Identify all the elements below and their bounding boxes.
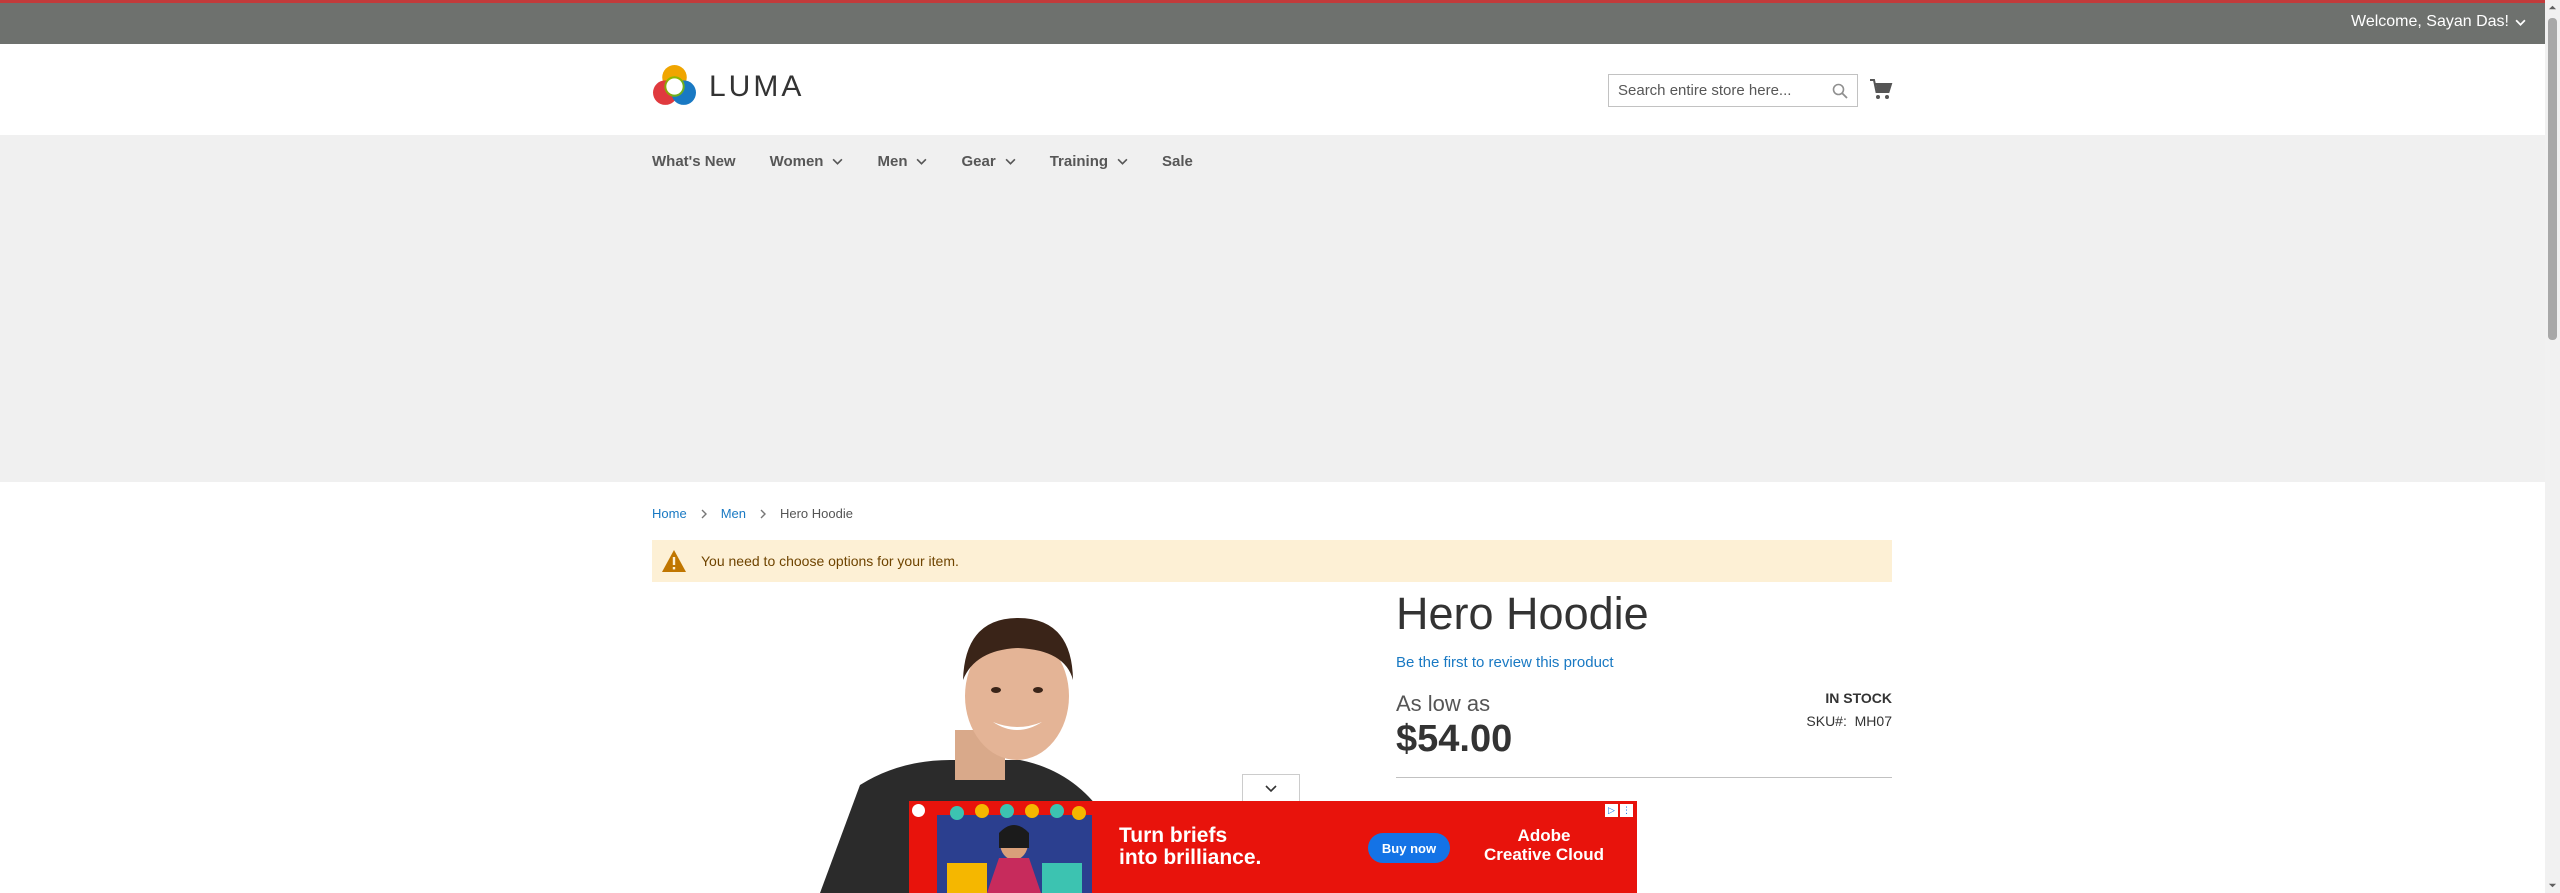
search-icon[interactable] bbox=[1832, 83, 1848, 99]
luma-logo[interactable]: LUMA bbox=[652, 64, 804, 109]
breadcrumb-home[interactable]: Home bbox=[652, 506, 687, 521]
ad-buy-now-button[interactable]: Buy now bbox=[1368, 833, 1450, 863]
ad-badge-icon bbox=[912, 804, 925, 817]
nav-item-women[interactable]: Women bbox=[770, 148, 844, 174]
chevron-down-icon bbox=[2515, 19, 2526, 26]
ad-brand: Adobe Creative Cloud bbox=[1484, 826, 1604, 864]
chevron-down-icon bbox=[1117, 158, 1128, 165]
page-scrollbar[interactable] bbox=[2545, 0, 2560, 893]
price-label: As low as bbox=[1396, 691, 1491, 716]
chevron-right-icon bbox=[760, 509, 766, 518]
chevron-right-icon bbox=[701, 509, 707, 518]
cart-icon[interactable] bbox=[1869, 77, 1893, 101]
warning-text: You need to choose options for your item… bbox=[701, 553, 959, 569]
nav-item-whats-new[interactable]: What's New bbox=[652, 148, 736, 174]
sku-label: SKU#: bbox=[1806, 713, 1847, 729]
nav-item-training[interactable]: Training bbox=[1050, 148, 1128, 174]
nav-item-gear[interactable]: Gear bbox=[961, 148, 1016, 174]
search-box bbox=[1608, 74, 1858, 107]
ad-banner[interactable]: Turn briefs into brilliance. Buy now Ado… bbox=[909, 801, 1637, 893]
header: LUMA bbox=[0, 44, 2545, 135]
stock-status: In stock bbox=[1825, 690, 1892, 706]
welcome-text: Welcome, Sayan Das! bbox=[2351, 13, 2509, 30]
product-title: Hero Hoodie bbox=[1396, 588, 1649, 639]
breadcrumb-current: Hero Hoodie bbox=[779, 506, 853, 521]
logo-text: LUMA bbox=[709, 69, 805, 103]
scroll-thumb[interactable] bbox=[2548, 18, 2557, 340]
ad-headline: Turn briefs into brilliance. bbox=[1119, 824, 1262, 869]
chevron-down-icon bbox=[1265, 784, 1277, 792]
ad-info-icon[interactable]: ▷ bbox=[1605, 804, 1618, 817]
scroll-down-icon[interactable] bbox=[2548, 881, 2557, 890]
review-link[interactable]: Be the first to review this product bbox=[1396, 654, 1614, 671]
warning-message: You need to choose options for your item… bbox=[652, 540, 1892, 582]
product-price: $54.00 bbox=[1396, 718, 1513, 760]
divider bbox=[1396, 777, 1892, 778]
chevron-down-icon bbox=[833, 158, 843, 165]
ad-illustration bbox=[937, 804, 1092, 893]
top-bar: Welcome, Sayan Das! bbox=[0, 0, 2545, 44]
ad-collapse-button[interactable] bbox=[1242, 774, 1300, 802]
luma-logo-icon bbox=[653, 65, 696, 105]
chevron-down-icon bbox=[1005, 158, 1016, 165]
breadcrumb: Home Men Hero Hoodie bbox=[652, 506, 853, 521]
scroll-up-icon[interactable] bbox=[2548, 3, 2557, 12]
chevron-down-icon bbox=[917, 158, 927, 165]
sku-value: MH07 bbox=[1854, 713, 1892, 729]
search-input[interactable] bbox=[1609, 75, 1819, 106]
nav-item-sale[interactable]: Sale bbox=[1162, 148, 1193, 174]
warning-icon bbox=[662, 550, 686, 572]
ad-choices: ▷ ⋮ bbox=[1605, 804, 1633, 817]
nav-item-men[interactable]: Men bbox=[877, 148, 927, 174]
welcome-menu[interactable]: Welcome, Sayan Das! bbox=[2351, 13, 2526, 31]
ad-menu-icon[interactable]: ⋮ bbox=[1620, 804, 1633, 817]
main-navigation: What's New Women Men Gear Training Sale bbox=[0, 135, 2545, 482]
sku: SKU#: MH07 bbox=[1806, 713, 1892, 729]
breadcrumb-men[interactable]: Men bbox=[721, 506, 746, 521]
